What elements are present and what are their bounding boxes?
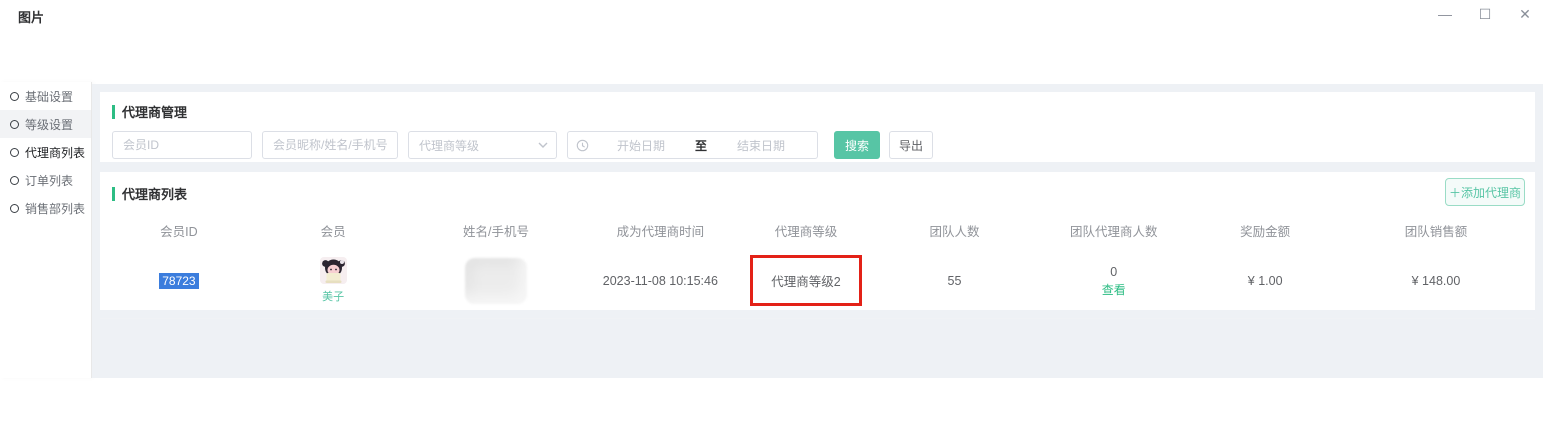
maximize-icon[interactable]: ☐ xyxy=(1465,2,1505,26)
agent-management-panel: 代理商管理 代理商等级 开始日期 至 结束日期 xyxy=(100,92,1535,162)
radio-circle-icon xyxy=(10,204,19,213)
start-date-input[interactable]: 开始日期 xyxy=(593,137,689,154)
annotation-red-box: 代理商等级2 xyxy=(750,255,861,306)
close-icon[interactable]: ✕ xyxy=(1505,2,1545,26)
sidebar-item-sales-dept-list[interactable]: 销售部列表 xyxy=(0,194,91,222)
section-bar-icon xyxy=(112,105,115,119)
clock-icon xyxy=(576,139,589,152)
add-agent-button[interactable]: ＋添加代理商 xyxy=(1445,178,1525,206)
sidebar-item-basic-settings[interactable]: 基础设置 xyxy=(0,82,91,110)
col-team-count: 团队人数 xyxy=(875,221,1034,240)
redacted-name-blob xyxy=(465,258,527,304)
avatar xyxy=(320,257,347,284)
section-header: 代理商管理 xyxy=(112,102,1523,121)
minimize-icon[interactable]: — xyxy=(1425,2,1465,26)
window-title: 图片 xyxy=(18,7,44,26)
team-sales-cell: ¥ 148.00 xyxy=(1337,274,1535,288)
sidebar-item-order-list[interactable]: 订单列表 xyxy=(0,166,91,194)
team-count-cell: 55 xyxy=(875,274,1034,288)
reward-amount-cell: ¥ 1.00 xyxy=(1193,274,1337,288)
member-info-input[interactable] xyxy=(262,131,398,159)
member-id-input[interactable] xyxy=(112,131,252,159)
level-value: 代理商等级2 xyxy=(771,275,840,289)
sidebar-item-label: 基础设置 xyxy=(25,88,73,105)
radio-circle-icon xyxy=(10,120,19,129)
col-team-agent-count: 团队代理商人数 xyxy=(1034,221,1193,240)
join-time-cell: 2023-11-08 10:15:46 xyxy=(584,274,738,288)
sidebar-item-level-settings[interactable]: 等级设置 xyxy=(0,110,91,138)
col-reward: 奖励金额 xyxy=(1193,221,1337,240)
title-bar: 图片 — ☐ ✕ xyxy=(0,0,1551,30)
team-agent-count-value: 0 xyxy=(1110,264,1117,280)
col-join-time: 成为代理商时间 xyxy=(584,221,738,240)
level-cell: 代理商等级2 xyxy=(737,255,875,306)
date-range-separator: 至 xyxy=(689,137,713,154)
table-row: 78723 美子 xyxy=(100,243,1535,319)
agent-list-panel: 代理商列表 ＋添加代理商 会员ID 会员 姓名/手机号 成为代理商时间 代理商等… xyxy=(100,172,1535,310)
list-title: 代理商列表 xyxy=(122,184,187,203)
sidebar-item-label: 销售部列表 xyxy=(25,200,85,217)
section-header: 代理商列表 xyxy=(100,184,1535,203)
page-title: 代理商管理 xyxy=(122,102,187,121)
radio-circle-icon xyxy=(10,92,19,101)
chevron-down-icon xyxy=(538,142,548,148)
date-range-picker[interactable]: 开始日期 至 结束日期 xyxy=(567,131,818,159)
member-id-cell: 78723 xyxy=(100,274,258,288)
end-date-input[interactable]: 结束日期 xyxy=(713,137,809,154)
window-controls: — ☐ ✕ xyxy=(1425,2,1545,26)
export-button[interactable]: 导出 xyxy=(889,131,933,159)
member-nickname: 美子 xyxy=(322,288,344,304)
col-member-id: 会员ID xyxy=(100,221,258,240)
agent-level-select-value: 代理商等级 xyxy=(419,137,479,154)
radio-circle-icon xyxy=(10,176,19,185)
main-content: 代理商管理 代理商等级 开始日期 至 结束日期 xyxy=(92,84,1543,378)
sidebar-item-label: 代理商列表 xyxy=(25,144,85,161)
team-agent-count-cell: 0 查看 xyxy=(1034,264,1193,298)
search-button[interactable]: 搜索 xyxy=(834,131,880,159)
member-cell: 美子 xyxy=(258,257,409,304)
name-phone-cell xyxy=(409,258,584,304)
member-id-value[interactable]: 78723 xyxy=(159,273,198,289)
radio-circle-icon xyxy=(10,148,19,157)
filter-row: 代理商等级 开始日期 至 结束日期 搜索 导出 xyxy=(112,131,1523,159)
section-bar-icon xyxy=(112,187,115,201)
sidebar: 基础设置 等级设置 代理商列表 订单列表 销售部列表 xyxy=(0,82,92,378)
view-link[interactable]: 查看 xyxy=(1102,282,1126,298)
col-name-phone: 姓名/手机号 xyxy=(409,221,584,240)
col-level: 代理商等级 xyxy=(737,221,875,240)
sidebar-item-agent-list[interactable]: 代理商列表 xyxy=(0,138,91,166)
agent-level-select[interactable]: 代理商等级 xyxy=(408,131,557,159)
col-team-sales: 团队销售额 xyxy=(1337,221,1535,240)
sidebar-item-label: 订单列表 xyxy=(25,172,73,189)
sidebar-item-label: 等级设置 xyxy=(25,116,73,133)
table-header-row: 会员ID 会员 姓名/手机号 成为代理商时间 代理商等级 团队人数 团队代理商人… xyxy=(100,217,1535,243)
col-member: 会员 xyxy=(258,221,409,240)
